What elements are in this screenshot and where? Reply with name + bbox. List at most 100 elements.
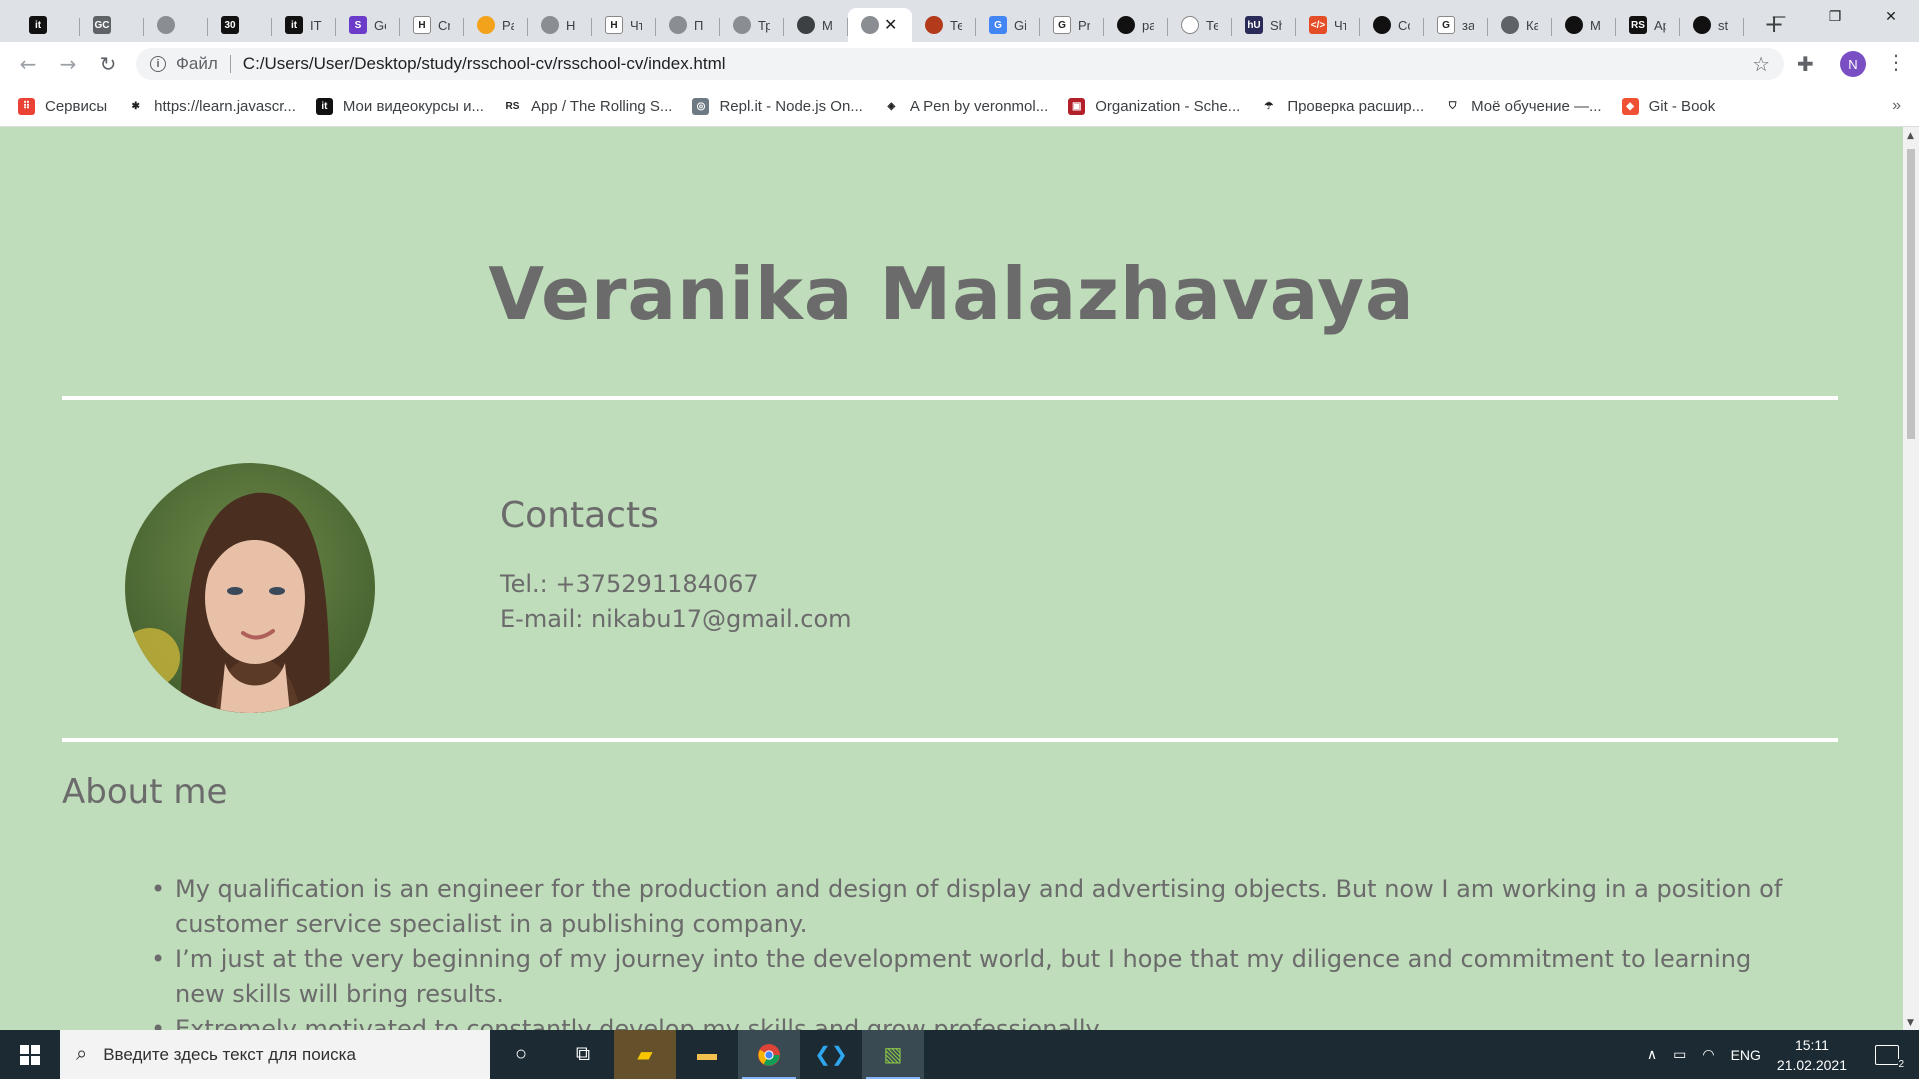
back-button[interactable]: ← xyxy=(8,46,48,82)
browser-tab[interactable]: S Ge xyxy=(336,8,400,42)
bookmark-item[interactable]: RS App / The Rolling S... xyxy=(503,97,672,115)
about-list-item: I’m just at the very beginning of my jou… xyxy=(151,942,1785,1012)
browser-tab[interactable]: Pa xyxy=(464,8,528,42)
reload-button[interactable]: ↻ xyxy=(88,46,128,82)
address-url[interactable]: C:/Users/User/Desktop/study/rsschool-cv/… xyxy=(243,54,726,74)
browser-tab[interactable]: Те xyxy=(912,8,976,42)
close-tab-icon[interactable]: ✕ xyxy=(884,15,897,35)
tab-strip: itGC30itITSGeНCrPaHНЧтПТрM✕ТеGGiGPrраТеh… xyxy=(0,0,1919,42)
divider xyxy=(62,738,1838,742)
replit-icon: ◎ xyxy=(692,97,710,115)
minimize-button[interactable]: — xyxy=(1751,0,1807,34)
browser-tab[interactable] xyxy=(144,8,208,42)
bookmarks-more-button[interactable]: » xyxy=(1892,97,1901,115)
bookmark-item[interactable]: ⠿ Сервисы xyxy=(18,97,107,115)
blocks-icon xyxy=(925,16,943,34)
browser-tab[interactable]: </> Чт xyxy=(1296,8,1360,42)
browser-tab[interactable]: st xyxy=(1680,8,1744,42)
divider xyxy=(62,396,1838,400)
tab-label: П xyxy=(694,17,704,33)
start-button[interactable] xyxy=(0,1030,60,1079)
scroll-up-icon[interactable]: ▲ xyxy=(1907,131,1914,141)
browser-tab[interactable]: Н Cr xyxy=(400,8,464,42)
browser-tab[interactable]: M xyxy=(784,8,848,42)
menu-dots-icon[interactable]: ⋮ xyxy=(1886,50,1906,74)
taskbar-file-explorer[interactable]: ▬ xyxy=(676,1030,738,1079)
page-title: Veranika Malazhavaya xyxy=(488,252,1415,336)
bookmark-item[interactable]: ▣ Organization - Sche... xyxy=(1068,97,1240,115)
browser-tab[interactable]: RS Ap xyxy=(1616,8,1680,42)
wifi-icon[interactable]: ◠ xyxy=(1702,1046,1714,1063)
it-icon: it xyxy=(29,16,47,34)
bookmark-item[interactable]: ◆ Git - Book xyxy=(1621,97,1715,115)
browser-tab[interactable]: ра xyxy=(1104,8,1168,42)
cortana-button[interactable]: ○ xyxy=(490,1030,552,1079)
scroll-down-icon[interactable]: ▼ xyxy=(1907,1018,1914,1028)
bookmark-item[interactable]: ☂ Проверка расшир... xyxy=(1260,97,1424,115)
paint-icon: ▧ xyxy=(883,1044,903,1066)
bookmark-star-icon[interactable]: ☆ xyxy=(1752,52,1770,77)
about-heading: About me xyxy=(62,772,228,812)
browser-tab[interactable]: П xyxy=(656,8,720,42)
browser-tab[interactable]: Те xyxy=(1168,8,1232,42)
h-icon: Н xyxy=(605,16,623,34)
browser-tab[interactable]: ✕ xyxy=(848,8,912,42)
bookmarks-bar: ⠿ Сервисы ✱ https://learn.javascr... it Мои в… xyxy=(0,86,1919,127)
restore-button[interactable]: ❐ xyxy=(1807,0,1863,34)
close-window-button[interactable]: ✕ xyxy=(1863,0,1919,34)
bookmark-item[interactable]: it Мои видеокурсы и... xyxy=(315,97,484,115)
chrome-icon xyxy=(758,1043,780,1066)
tab-label: Чт xyxy=(630,17,642,33)
bookmark-label: A Pen by veronmol... xyxy=(909,97,1049,115)
scrollbar-thumb[interactable] xyxy=(1907,149,1915,439)
tray-chevron-icon[interactable]: ∧ xyxy=(1647,1046,1657,1063)
browser-tab[interactable]: G Pr xyxy=(1040,8,1104,42)
info-icon[interactable]: i xyxy=(150,56,166,72)
language-indicator[interactable]: ENG xyxy=(1731,1047,1761,1063)
bookmark-item[interactable]: ⛉ Моё обучение —... xyxy=(1444,97,1602,115)
notification-count: 2 xyxy=(1898,1058,1904,1070)
cortana-circle-icon: ○ xyxy=(514,1043,528,1065)
browser-tab[interactable]: Gза xyxy=(1424,8,1488,42)
forward-button[interactable]: → xyxy=(48,46,88,82)
browser-tab[interactable]: 30 xyxy=(208,8,272,42)
address-bar[interactable]: i Файл C:/Users/User/Desktop/study/rssch… xyxy=(136,48,1784,80)
vscode-icon: ❮❯ xyxy=(814,1044,848,1066)
notifications-icon[interactable]: 2 xyxy=(1875,1044,1904,1070)
vertical-scrollbar[interactable]: ▲ ▼ xyxy=(1903,127,1919,1030)
taskbar-sticky-notes[interactable]: ▰ xyxy=(614,1030,676,1079)
bookmark-item[interactable]: ✱ https://learn.javascr... xyxy=(127,97,296,115)
bookmark-label: Мои видеокурсы и... xyxy=(342,97,484,115)
taskbar-search[interactable]: ⌕ Введите здесь текст для поиска xyxy=(60,1030,490,1079)
globe-icon xyxy=(733,16,751,34)
profile-avatar[interactable]: N xyxy=(1840,51,1866,77)
tab-label: Co xyxy=(1398,17,1410,33)
tab-label: за xyxy=(1462,17,1474,33)
browser-tab[interactable]: Тр xyxy=(720,8,784,42)
tab-label: M xyxy=(1590,17,1601,33)
browser-tab[interactable]: M xyxy=(1552,8,1616,42)
battery-icon[interactable]: ▭ xyxy=(1673,1046,1686,1063)
browser-tab[interactable]: G Gi xyxy=(976,8,1040,42)
browser-tab[interactable]: Н Чт xyxy=(592,8,656,42)
browser-tab[interactable]: GC xyxy=(80,8,144,42)
task-view-button[interactable]: ⧉ xyxy=(552,1030,614,1079)
github-icon xyxy=(1565,16,1583,34)
bookmark-item[interactable]: ◈ A Pen by veronmol... xyxy=(882,97,1049,115)
browser-tab[interactable]: H xyxy=(528,8,592,42)
window-controls: — ❐ ✕ xyxy=(1751,0,1919,34)
browser-tab[interactable]: Ка xyxy=(1488,8,1552,42)
bookmark-item[interactable]: ◎ Repl.it - Node.js On... xyxy=(692,97,863,115)
taskbar-chrome[interactable] xyxy=(738,1030,800,1079)
globe-icon xyxy=(669,16,687,34)
browser-tab[interactable]: it IT xyxy=(272,8,336,42)
browser-tab[interactable]: hU Sh xyxy=(1232,8,1296,42)
taskbar-vscode[interactable]: ❮❯ xyxy=(800,1030,862,1079)
extensions-puzzle-icon[interactable]: ✚ xyxy=(1797,52,1814,76)
taskbar-paint[interactable]: ▧ xyxy=(862,1030,924,1079)
browser-tab[interactable]: it xyxy=(16,8,80,42)
clock[interactable]: 15:11 21.02.2021 xyxy=(1777,1035,1847,1075)
translate-icon: G xyxy=(989,16,1007,34)
check-icon: ☂ xyxy=(1260,97,1278,115)
browser-tab[interactable]: Co xyxy=(1360,8,1424,42)
